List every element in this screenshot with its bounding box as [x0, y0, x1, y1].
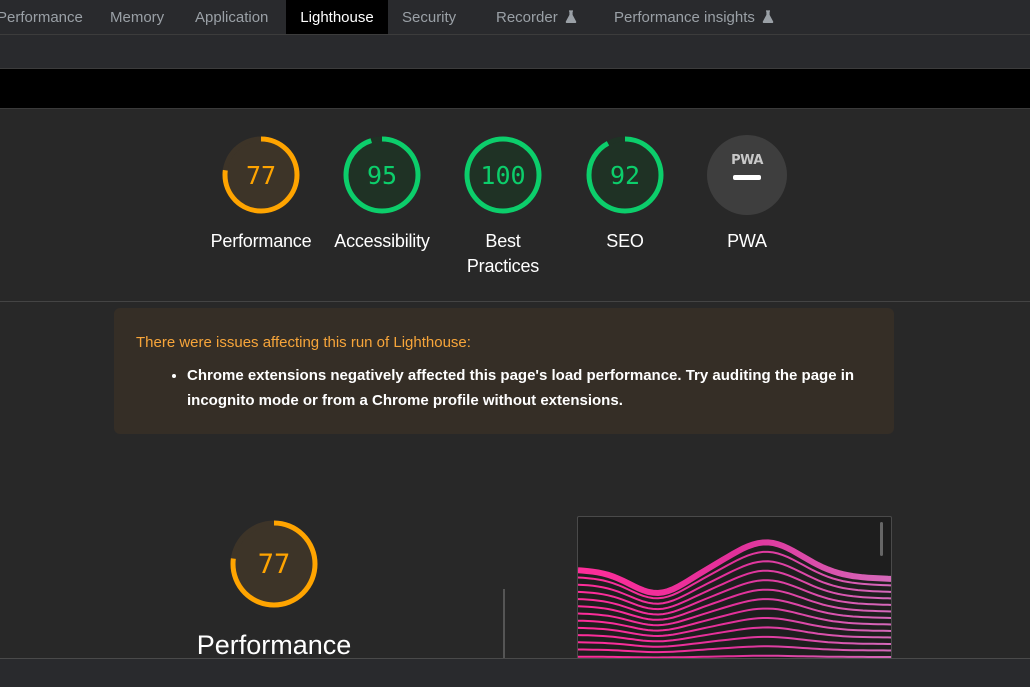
gauge-seo[interactable]: 92 SEO: [565, 133, 685, 254]
performance-detail-score: 77: [258, 549, 291, 580]
accessibility-score: 95: [367, 161, 397, 190]
gauge-label-line: Practices: [466, 256, 540, 276]
gauge-pwa[interactable]: PWA PWA: [687, 133, 807, 254]
report-topbar: [0, 69, 1030, 108]
lighthouse-toolbar: [0, 35, 1030, 69]
score-gauges: 77 Performance 95 Accessibility 100 Best…: [0, 108, 1030, 302]
tab-lighthouse[interactable]: Lighthouse: [286, 0, 388, 34]
accessibility-gauge-ring: 95: [343, 136, 421, 214]
experiment-flask-icon: [762, 1, 774, 37]
seo-gauge-ring: 92: [586, 136, 664, 214]
tab-performance-insights[interactable]: Performance insights: [614, 0, 774, 34]
gauge-best-practices[interactable]: 100 Best Practices: [443, 133, 563, 279]
gauge-accessibility[interactable]: 95 Accessibility: [322, 133, 442, 254]
pwa-badge-text: PWA: [731, 153, 763, 168]
gauge-performance[interactable]: 77 Performance: [201, 133, 321, 254]
wave-line: [578, 539, 891, 597]
warning-list: Chrome extensions negatively affected th…: [136, 363, 872, 413]
section-divider: [503, 589, 505, 659]
gauge-label: Accessibility: [334, 231, 430, 251]
gauge-label: PWA: [727, 231, 767, 251]
devtools-window: Performance Memory Application Lighthous…: [0, 0, 1030, 687]
performance-category-title: Performance: [196, 630, 352, 660]
seo-score: 92: [610, 161, 640, 190]
pwa-badge-icon: PWA: [707, 135, 787, 215]
devtools-tab-bar: Performance Memory Application Lighthous…: [0, 0, 1030, 35]
pwa-dash-icon: [733, 175, 761, 180]
thumbnail-scrollbar[interactable]: [880, 522, 883, 556]
tab-performance[interactable]: Performance: [0, 0, 83, 34]
tab-recorder[interactable]: Recorder: [496, 0, 577, 34]
screenshot-wave-graphic: [578, 539, 891, 659]
tab-security[interactable]: Security: [402, 0, 456, 34]
wave-line: [578, 617, 891, 638]
gauge-label-line: Best: [485, 231, 521, 251]
warning-item: Chrome extensions negatively affected th…: [187, 363, 872, 413]
performance-category-header: 77 Performance: [192, 516, 356, 660]
tab-memory[interactable]: Memory: [110, 0, 164, 34]
devtools-bottom-bar: [0, 658, 1030, 687]
experiment-flask-icon: [565, 1, 577, 37]
performance-gauge-ring: 77: [222, 136, 300, 214]
performance-detail-gauge: 77: [230, 520, 318, 608]
tab-application[interactable]: Application: [195, 0, 268, 34]
gauge-label: Best Practices: [443, 229, 563, 279]
run-warnings-box: There were issues affecting this run of …: [114, 308, 894, 434]
warning-title: There were issues affecting this run of …: [136, 334, 471, 351]
gauge-label: Performance: [210, 231, 312, 251]
best-practices-gauge-ring: 100: [464, 136, 542, 214]
wave-line: [578, 645, 891, 654]
gauge-label: SEO: [606, 231, 644, 251]
performance-score: 77: [246, 161, 276, 190]
best-practices-score: 100: [480, 161, 525, 190]
page-screenshot-thumbnail[interactable]: [577, 516, 892, 666]
